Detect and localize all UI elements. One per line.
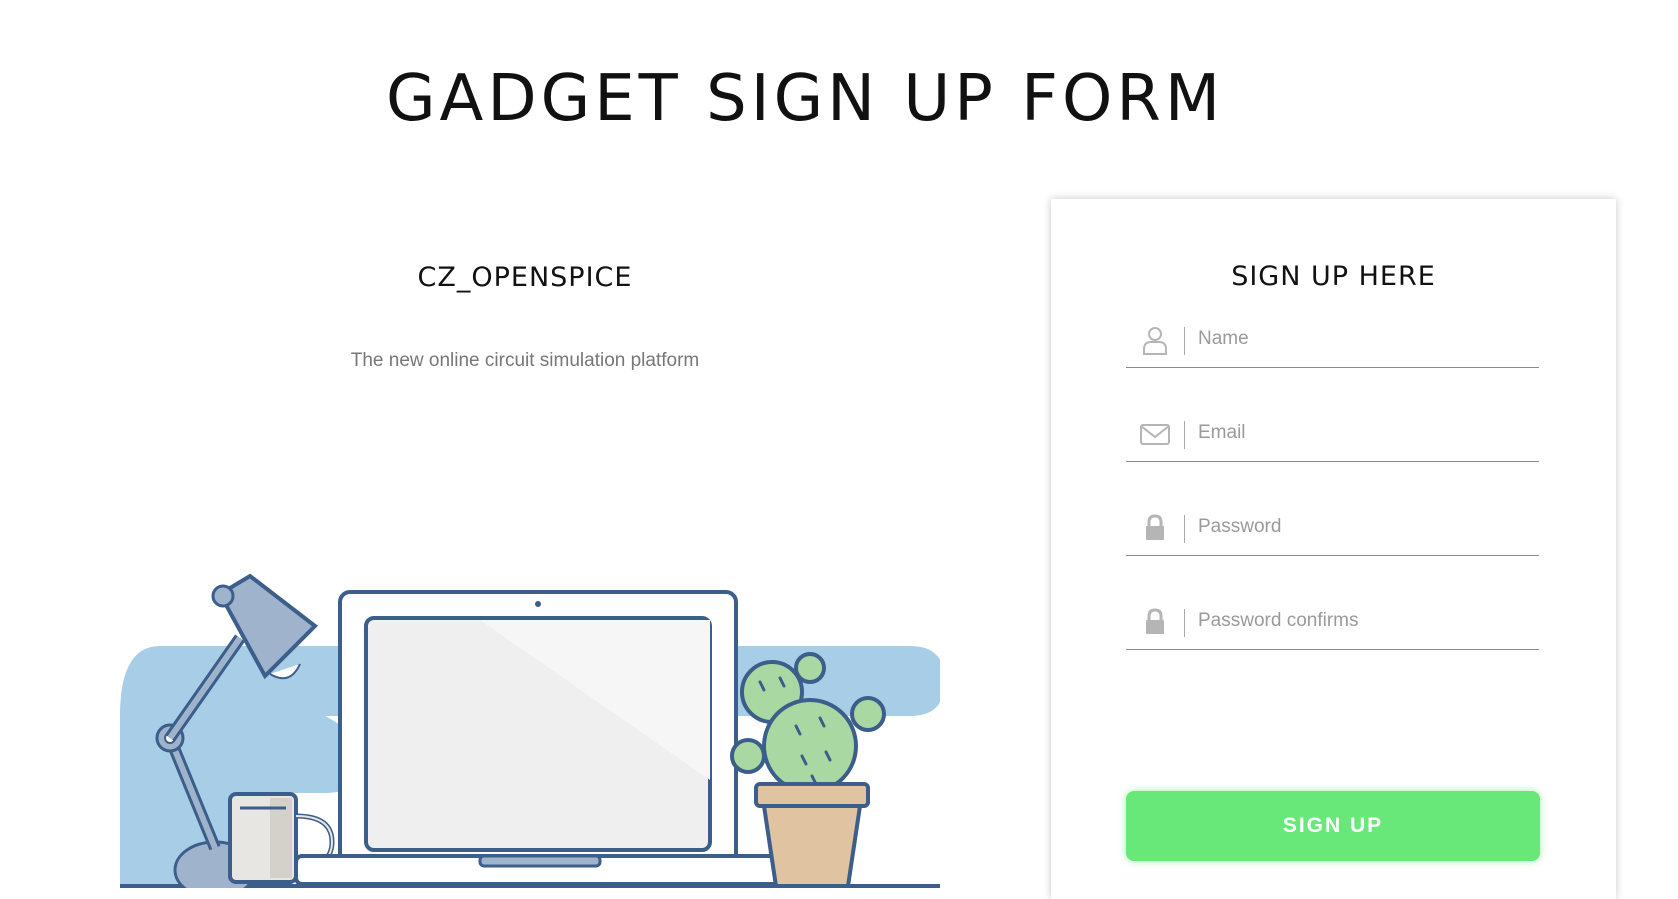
lock-icon <box>1146 514 1164 540</box>
field-divider <box>1184 421 1185 449</box>
email-input[interactable] <box>1198 413 1528 453</box>
laptop-icon <box>294 590 788 886</box>
left-panel: CZ_OPENSPICE The new online circuit simu… <box>120 200 940 888</box>
lock-icon <box>1146 608 1164 634</box>
envelope-icon <box>1140 424 1170 445</box>
brand-subtitle: The new online circuit simulation platfo… <box>350 350 700 371</box>
field-divider <box>1184 609 1185 637</box>
brand-title: CZ_OPENSPICE <box>417 262 633 293</box>
desk-illustration <box>120 573 940 888</box>
name-input[interactable] <box>1198 319 1528 359</box>
password-field <box>1126 499 1539 556</box>
signup-title: SIGN UP HERE <box>1231 261 1436 292</box>
signup-card: SIGN UP HERE SIGN UP <box>1051 199 1616 899</box>
password-confirm-field <box>1126 593 1539 650</box>
signup-button[interactable]: SIGN UP <box>1126 791 1540 861</box>
email-field <box>1126 405 1539 462</box>
password-input[interactable] <box>1198 507 1528 547</box>
field-divider <box>1184 327 1185 355</box>
name-field <box>1126 311 1539 368</box>
password-confirm-input[interactable] <box>1198 601 1528 641</box>
user-icon <box>1143 327 1167 355</box>
field-divider <box>1184 515 1185 543</box>
page-title: GADGET SIGN UP FORM <box>385 62 1225 136</box>
